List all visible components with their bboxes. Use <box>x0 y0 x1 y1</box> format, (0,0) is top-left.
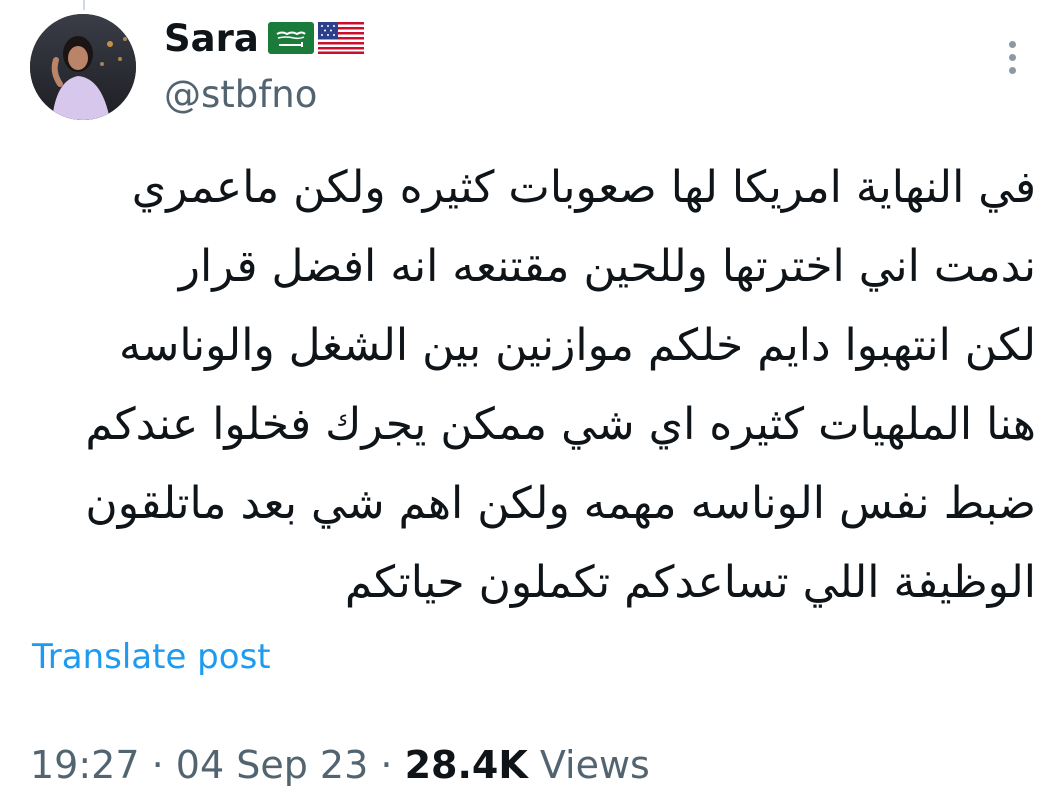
tweet-text-line: الوظيفة اللي تساعدكم تكملون حياتكم <box>344 557 1036 608</box>
author-name[interactable]: Sara <box>164 14 259 64</box>
more-vertical-icon <box>1008 40 1016 48</box>
tweet-text-line: في النهاية امريكا لها صعوبات كثيره ولكن … <box>131 162 1036 213</box>
post-time[interactable]: 19:27 <box>30 743 140 787</box>
united-states-flag-icon <box>318 22 364 58</box>
more-vertical-icon <box>1008 53 1016 61</box>
tweet-text: في النهاية امريكا لها صعوبات كثيره ولكن … <box>24 148 1036 622</box>
thread-connector-line <box>83 0 85 10</box>
more-options-button[interactable] <box>994 36 1030 78</box>
tweet-text-line: لكن انتهبوا دايم خلكم موازنين بين الشغل … <box>118 320 1036 371</box>
views-label: Views <box>539 743 650 787</box>
author-flags <box>268 22 364 58</box>
translate-post-link[interactable]: Translate post <box>32 632 271 682</box>
tweet-text-line: هنا الملهيات كثيره اي شي ممكن يجرك فخلوا… <box>85 399 1036 450</box>
post-date[interactable]: 04 Sep 23 <box>176 743 369 787</box>
meta-separator: · <box>380 743 393 787</box>
tweet-meta: 19:27 · 04 Sep 23 · 28.4K Views <box>30 738 650 792</box>
meta-separator: · <box>151 743 164 787</box>
saudi-arabia-flag-icon <box>268 22 314 58</box>
author-handle[interactable]: @stbfno <box>164 70 317 120</box>
avatar-photo <box>30 14 136 120</box>
views-count: 28.4K <box>404 743 528 787</box>
avatar[interactable] <box>30 14 136 120</box>
tweet-text-line: ندمت اني اخترتها وللحين مقتنعه انه افضل … <box>178 241 1036 292</box>
tweet-text-line: ضبط نفس الوناسه مهمه ولكن اهم شي بعد مات… <box>85 478 1036 529</box>
more-vertical-icon <box>1008 66 1016 74</box>
